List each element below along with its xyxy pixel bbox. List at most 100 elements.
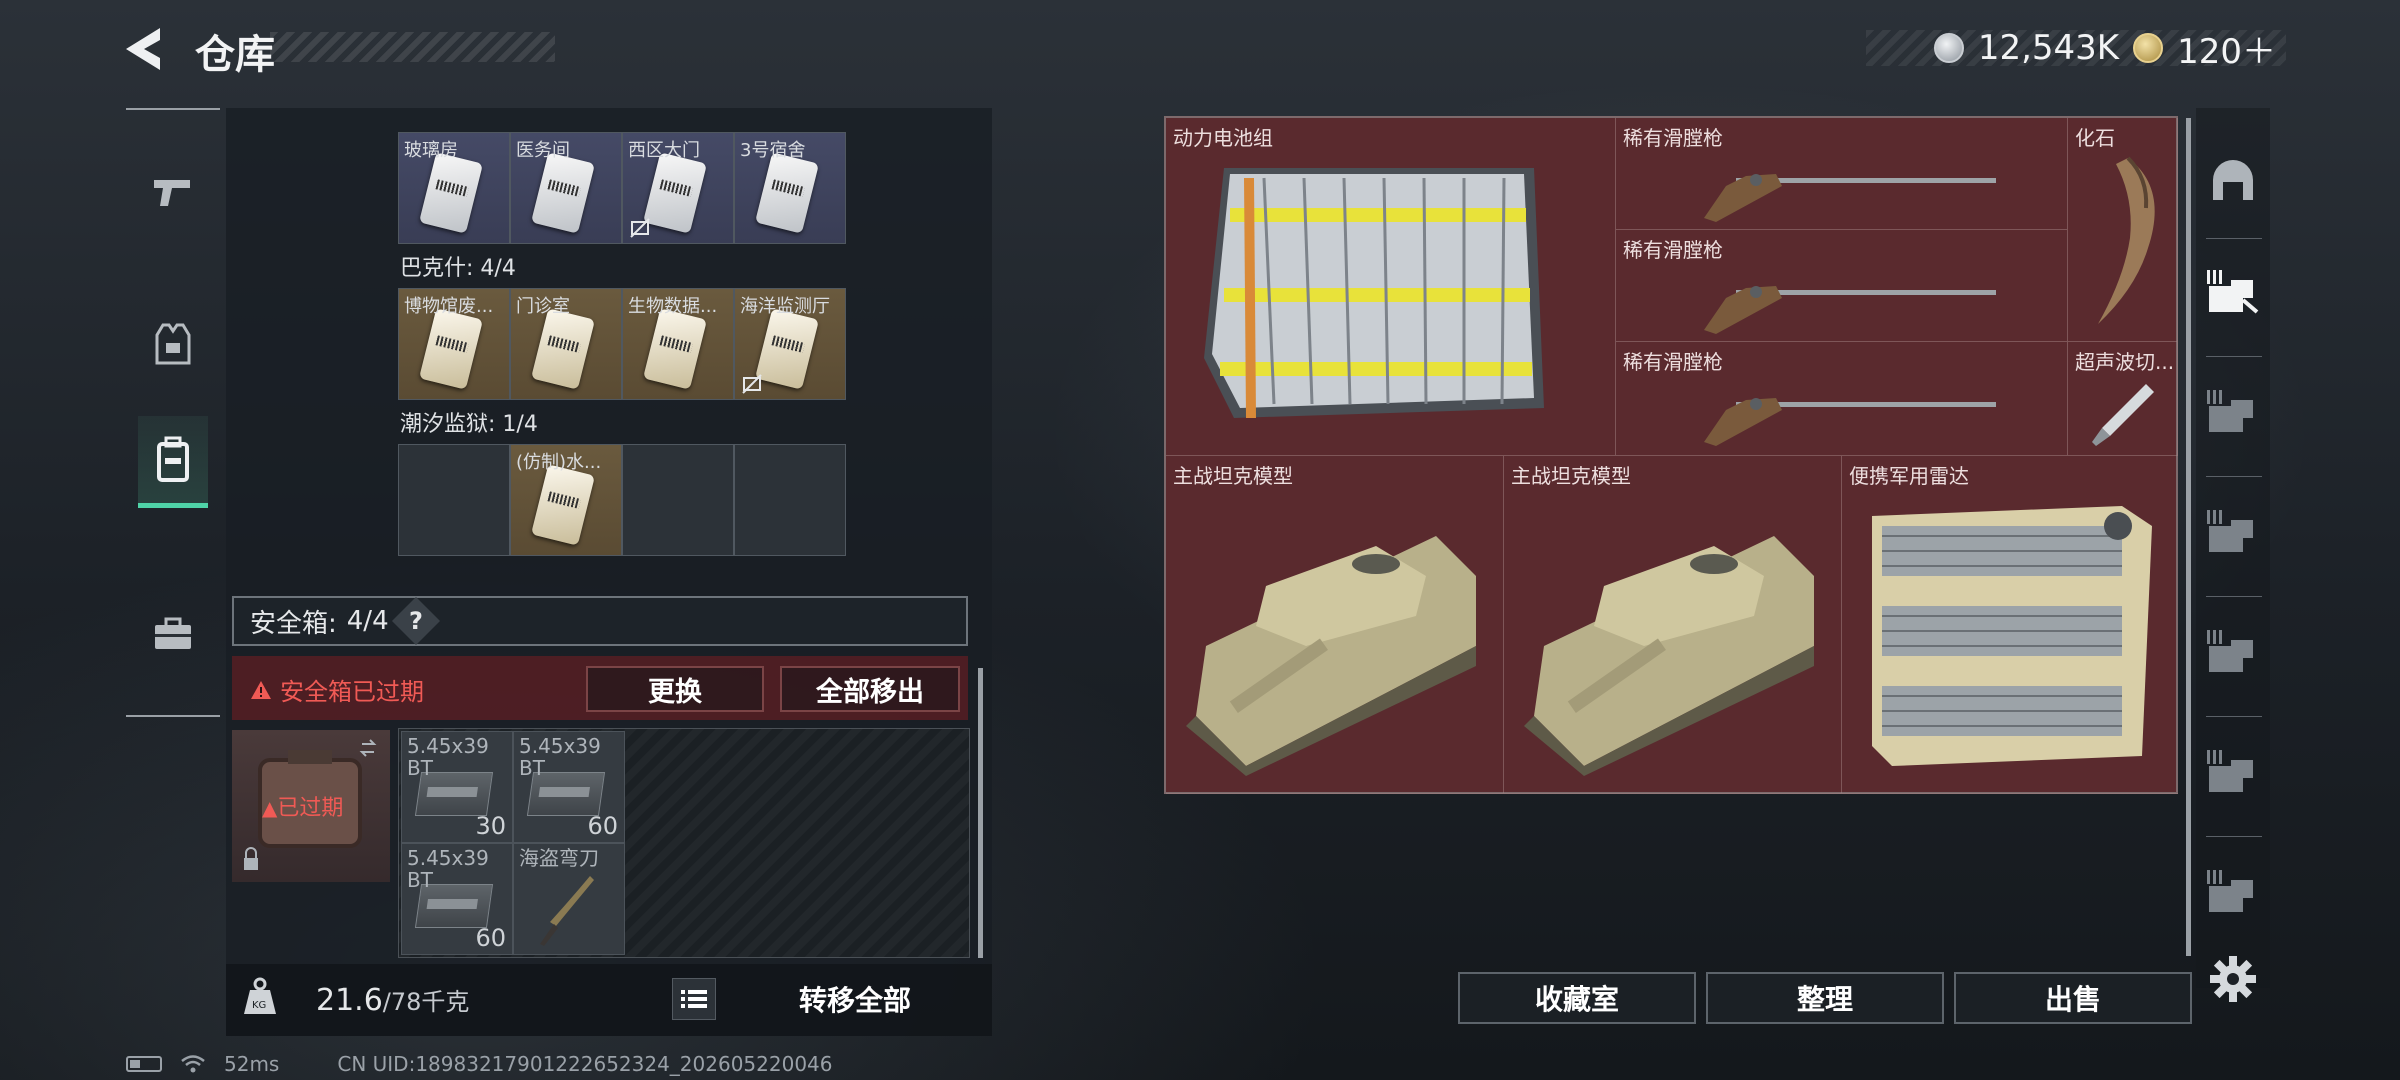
scrollbar[interactable] bbox=[2186, 118, 2191, 956]
safe-box-grid: 5.45x39 BT 30 5.45x39 BT 60 5.45x39 BT 60 海… bbox=[398, 728, 970, 958]
tab-storage-5[interactable] bbox=[2198, 734, 2268, 814]
key-card-slot[interactable]: 医务间 bbox=[510, 132, 622, 244]
tab-storage-2[interactable] bbox=[2198, 374, 2268, 454]
storage-item[interactable]: 动力电池组 bbox=[1166, 118, 1616, 456]
item-name: 5.45x39 bbox=[519, 734, 601, 758]
category-backpack[interactable] bbox=[138, 416, 208, 508]
safe-item[interactable]: 5.45x39 BT 30 bbox=[401, 731, 513, 843]
key-card-slot[interactable]: 海洋监测厅 bbox=[734, 288, 846, 400]
battery-pack-icon bbox=[1204, 168, 1544, 418]
list-view-button[interactable] bbox=[672, 978, 716, 1020]
storage-item[interactable]: 稀有滑膛枪 bbox=[1616, 342, 2068, 456]
tank-model-icon bbox=[1524, 536, 1814, 776]
organize-button[interactable]: 整理 bbox=[1706, 972, 1944, 1024]
safe-item[interactable]: 海盗弯刀 bbox=[513, 843, 625, 955]
key-card-slot[interactable]: 博物馆废... bbox=[398, 288, 510, 400]
item-name: 生物数据... bbox=[628, 296, 718, 317]
sell-button[interactable]: 出售 bbox=[1954, 972, 2192, 1024]
tab-divider bbox=[2206, 238, 2262, 239]
key-group-row: 玻璃房 医务间 西区大门 3号宿舍 bbox=[398, 132, 846, 244]
list-icon bbox=[681, 990, 707, 1008]
tab-divider bbox=[2206, 476, 2262, 477]
storage-item[interactable]: 稀有滑膛枪 bbox=[1616, 118, 2068, 230]
item-quantity: 30 bbox=[475, 812, 506, 840]
item-name: 主战坦克模型 bbox=[1173, 464, 1293, 488]
item-name: 门诊室 bbox=[516, 296, 570, 317]
key-card-slot[interactable]: (仿制)水... bbox=[510, 444, 622, 556]
category-weapons[interactable] bbox=[138, 146, 208, 238]
gold-amount: 120＋ bbox=[2177, 31, 2276, 72]
category-case[interactable] bbox=[138, 588, 208, 680]
category-rail bbox=[126, 108, 220, 717]
safe-expired-text: 已过期 bbox=[277, 796, 344, 821]
currency-bar: 12,543K 120＋ bbox=[1866, 28, 2286, 72]
item-name: 海洋监测厅 bbox=[740, 296, 830, 317]
item-quantity: 60 bbox=[587, 812, 618, 840]
category-armor[interactable] bbox=[138, 298, 208, 390]
scrollbar[interactable] bbox=[978, 668, 983, 958]
item-name: 西区大门 bbox=[628, 140, 700, 161]
collection-room-button[interactable]: 收藏室 bbox=[1458, 972, 1696, 1024]
item-name: 稀有滑膛枪 bbox=[1623, 126, 1723, 150]
item-name: 稀有滑膛枪 bbox=[1623, 238, 1723, 262]
storage-item[interactable]: 便携军用雷达 bbox=[1842, 456, 2178, 794]
help-button[interactable]: ? bbox=[391, 596, 440, 646]
status-row: 52ms CN UID:1898321790122265232­4_202605… bbox=[126, 1052, 833, 1076]
settings-button[interactable] bbox=[2208, 954, 2258, 1004]
transfer-all-button[interactable]: 转移全部 bbox=[740, 978, 970, 1020]
gold-coin-icon bbox=[2133, 33, 2164, 63]
item-name: (仿制)水... bbox=[516, 452, 602, 473]
access-card-icon bbox=[531, 152, 595, 234]
tab-storage-4[interactable] bbox=[2198, 614, 2268, 694]
ultrasonic-cutter-icon bbox=[2092, 384, 2154, 446]
briefcase-icon bbox=[155, 617, 191, 649]
access-card-icon bbox=[419, 152, 483, 234]
weight-icon: KG bbox=[242, 976, 278, 1016]
key-card-slot[interactable]: 生物数据... bbox=[622, 288, 734, 400]
safe-item[interactable]: 5.45x39 BT 60 bbox=[513, 731, 625, 843]
tab-divider bbox=[2206, 356, 2262, 357]
storage-box-icon bbox=[2207, 270, 2259, 314]
item-name: 化石 bbox=[2075, 126, 2115, 150]
silver-coin-icon bbox=[1933, 33, 1964, 63]
key-card-slot[interactable]: 西区大门 bbox=[622, 132, 734, 244]
storage-item[interactable]: 主战坦克模型 bbox=[1504, 456, 1842, 794]
tab-storage-3[interactable] bbox=[2198, 494, 2268, 574]
storage-box-icon bbox=[2207, 510, 2253, 552]
back-button[interactable] bbox=[120, 24, 180, 74]
expired-warning: 安全箱已过期 bbox=[250, 672, 424, 707]
storage-item[interactable]: 稀有滑膛枪 bbox=[1616, 230, 2068, 342]
item-quantity: 60 bbox=[475, 924, 506, 952]
tab-storage-6[interactable] bbox=[2198, 854, 2268, 934]
key-card-slot[interactable] bbox=[622, 444, 734, 556]
item-name: 医务间 bbox=[516, 140, 570, 161]
storage-item[interactable]: 主战坦克模型 bbox=[1166, 456, 1504, 794]
tab-overview[interactable] bbox=[2198, 140, 2268, 220]
tab-storage-1[interactable] bbox=[2198, 254, 2268, 334]
item-sub: BT bbox=[519, 756, 545, 780]
item-name: 博物馆废... bbox=[404, 296, 494, 317]
gear-icon bbox=[2210, 956, 2256, 1002]
storage-item[interactable]: 化石 bbox=[2068, 118, 2178, 342]
access-card-icon bbox=[531, 464, 595, 546]
key-card-slot[interactable]: 门诊室 bbox=[510, 288, 622, 400]
key-card-slot[interactable] bbox=[398, 444, 510, 556]
back-arrow-icon bbox=[126, 28, 160, 70]
item-name: 海盗弯刀 bbox=[519, 846, 599, 870]
key-card-slot[interactable] bbox=[734, 444, 846, 556]
storage-box-icon bbox=[2207, 390, 2253, 432]
fossil-claw-icon bbox=[2098, 156, 2155, 324]
key-card-slot[interactable]: 3号宿舍 bbox=[734, 132, 846, 244]
tab-divider bbox=[2206, 596, 2262, 597]
swap-button[interactable]: 更换 bbox=[586, 666, 764, 712]
storage-item[interactable]: 超声波切... bbox=[2068, 342, 2178, 456]
safe-item[interactable]: 5.45x39 BT 60 bbox=[401, 843, 513, 955]
move-all-button[interactable]: 全部移出 bbox=[780, 666, 960, 712]
uid-text: CN UID:1898321790122265232­4_20260522004… bbox=[337, 1052, 833, 1076]
tank-model-icon bbox=[1186, 536, 1476, 776]
access-card-icon bbox=[531, 308, 595, 390]
access-card-icon bbox=[755, 152, 819, 234]
armor-vest-icon bbox=[155, 323, 191, 365]
key-card-slot[interactable]: 玻璃房 bbox=[398, 132, 510, 244]
tab-divider bbox=[2206, 716, 2262, 717]
